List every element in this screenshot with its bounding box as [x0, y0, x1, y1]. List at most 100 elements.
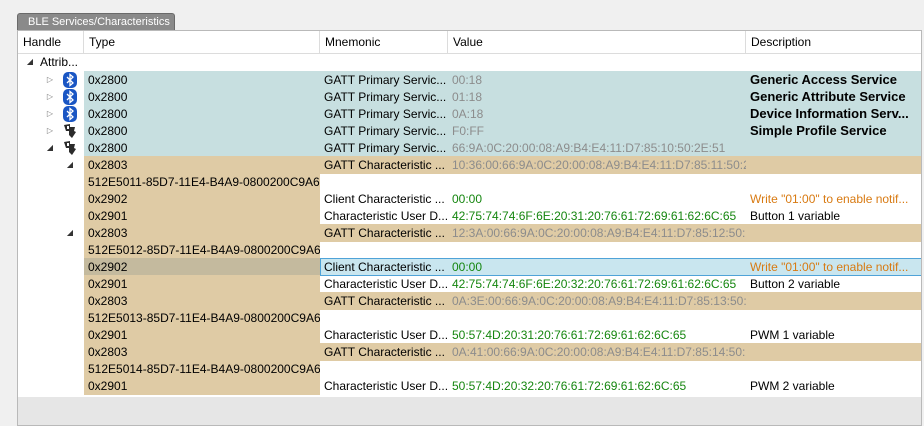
type-cell: 512E5013-85D7-11E4-B4A9-0800200C9A66 [88, 311, 320, 325]
column-header-value[interactable]: Value [448, 31, 746, 53]
type-cell: 512E5014-85D7-11E4-B4A9-0800200C9A66 [88, 362, 320, 376]
value-cell: F0:FF [452, 124, 484, 138]
texas-instruments-icon [63, 123, 77, 139]
description-cell [746, 241, 921, 259]
description-cell: Write "01:00" to enable notif... [750, 260, 909, 274]
bluetooth-icon [63, 72, 77, 88]
mnemonic-cell: GATT Characteristic ... [324, 226, 445, 240]
value-cell [448, 241, 746, 259]
table-row[interactable]: 512E5012-85D7-11E4-B4A9-0800200C9A66 [18, 241, 921, 259]
tree-root-row[interactable]: ◢ Attrib... [18, 53, 921, 71]
type-cell: 0x2902 [88, 260, 128, 274]
mnemonic-cell: GATT Characteristic ... [324, 158, 445, 172]
table-row[interactable]: ▷ 0x2800 GATT Primary Servic... 00:18 Generi… [18, 71, 921, 89]
table-row[interactable]: ▷ 0x2800 GATT Primary Servic... 0A:18 Device… [18, 105, 921, 123]
table-row[interactable]: 0x2901 Characteristic User D... 50:57:4D:2… [18, 326, 921, 344]
description-cell: Simple Profile Service [750, 123, 887, 138]
table-row[interactable]: 512E5014-85D7-11E4-B4A9-0800200C9A66 [18, 360, 921, 378]
column-header-mnemonic[interactable]: Mnemonic [320, 31, 448, 53]
description-cell [746, 343, 921, 361]
type-cell: 0x2800 [88, 90, 128, 104]
attribute-table: Handle Type Mnemonic Value Description ◢… [17, 30, 922, 426]
value-cell: 66:9A:0C:20:00:08:A9:B4:E4:11:D7:85:10:5… [452, 141, 726, 155]
value-cell: 0A:3E:00:66:9A:0C:20:00:08:A9:B4:E4:11:D… [452, 294, 746, 308]
table-row[interactable]: 0x2901 Characteristic User D... 42:75:74:7… [18, 275, 921, 293]
table-row[interactable]: 0x2803 GATT Characteristic ... 0A:41:00:66… [18, 343, 921, 361]
type-cell: 0x2803 [88, 158, 128, 172]
column-header-handle[interactable]: Handle [18, 31, 84, 53]
description-cell: Generic Attribute Service [750, 89, 906, 104]
type-cell: 0x2803 [88, 294, 128, 308]
column-header-type[interactable]: Type [84, 31, 320, 53]
mnemonic-cell: GATT Primary Servic... [324, 124, 447, 138]
description-cell [746, 173, 921, 191]
table-header: Handle Type Mnemonic Value Description [18, 31, 921, 54]
type-cell: 0x2901 [88, 328, 128, 342]
bluetooth-icon [63, 106, 77, 122]
value-cell: 00:18 [452, 73, 483, 87]
expand-toggle-icon[interactable]: ◢ [25, 53, 35, 71]
collapse-arrow-icon[interactable]: ◢ [45, 139, 55, 157]
table-row[interactable]: ◢ 0x2803 GATT Characteristic ... 10:36:00:6… [18, 156, 921, 174]
value-cell: 00:00 [452, 260, 483, 274]
mnemonic-cell: Characteristic User D... [324, 328, 448, 342]
tab-ble-services[interactable]: BLE Services/Characteristics [17, 13, 175, 30]
value-cell: 12:3A:00:66:9A:0C:20:00:08:A9:B4:E4:11:D… [452, 226, 746, 240]
value-cell [448, 173, 746, 191]
bluetooth-icon [63, 89, 77, 105]
description-cell: PWM 1 variable [750, 328, 835, 342]
table-row[interactable]: 0x2803 GATT Characteristic ... 0A:3E:00:66… [18, 292, 921, 310]
description-cell [746, 360, 921, 378]
collapse-arrow-icon[interactable]: ◢ [65, 156, 75, 174]
type-cell: 0x2800 [88, 107, 128, 121]
value-cell [448, 309, 746, 327]
type-cell: 0x2803 [88, 345, 128, 359]
description-cell [746, 156, 921, 174]
table-row[interactable]: 0x2902 Client Characteristic ... 00:00 Writ… [18, 190, 921, 208]
table-row[interactable]: ◢ 0x2803 GATT Characteristic ... 12:3A:00:6… [18, 224, 921, 242]
mnemonic-cell: Client Characteristic ... [324, 192, 445, 206]
collapse-arrow-icon[interactable]: ◢ [65, 224, 75, 242]
description-cell: Button 1 variable [750, 209, 841, 223]
table-row[interactable]: 0x2901 Characteristic User D... 50:57:4D:2… [18, 377, 921, 395]
description-cell [746, 224, 921, 242]
description-cell: PWM 2 variable [750, 379, 835, 393]
type-cell: 512E5012-85D7-11E4-B4A9-0800200C9A66 [88, 243, 320, 257]
mnemonic-cell: Characteristic User D... [324, 379, 448, 393]
expand-arrow-icon[interactable]: ▷ [45, 122, 55, 140]
table-row[interactable]: 0x2901 Characteristic User D... 42:75:74:7… [18, 207, 921, 225]
description-cell: Write "01:00" to enable notif... [750, 192, 909, 206]
mnemonic-cell: GATT Primary Servic... [324, 141, 447, 155]
table-row[interactable]: ▷ 0x2800 GATT Primary Servic... 01:18 Generi… [18, 88, 921, 106]
column-header-description[interactable]: Description [746, 31, 921, 53]
value-cell: 00:00 [452, 192, 483, 206]
mnemonic-cell [320, 173, 448, 191]
mnemonic-cell: GATT Primary Servic... [324, 90, 447, 104]
table-row[interactable]: 0x2902 Client Characteristic ... 00:00 Writ… [18, 258, 921, 276]
description-cell: Button 2 variable [750, 277, 841, 291]
type-cell: 0x2800 [88, 141, 128, 155]
table-row[interactable]: ◢ 0x2800 GATT Primary Servic... 66:9A:0C:20… [18, 139, 921, 157]
table-row[interactable]: 512E5011-85D7-11E4-B4A9-0800200C9A66 [18, 173, 921, 191]
type-cell: 0x2800 [88, 73, 128, 87]
expand-arrow-icon[interactable]: ▷ [45, 105, 55, 123]
type-cell: 0x2901 [88, 379, 128, 393]
root-label: Attrib... [40, 55, 79, 69]
table-row[interactable]: ▷ 0x2800 GATT Primary Servic... F0:FF Simple… [18, 122, 921, 140]
value-cell: 0A:41:00:66:9A:0C:20:00:08:A9:B4:E4:11:D… [452, 345, 746, 359]
mnemonic-cell: Characteristic User D... [324, 277, 448, 291]
table-row[interactable]: 512E5013-85D7-11E4-B4A9-0800200C9A66 [18, 309, 921, 327]
value-cell: 10:36:00:66:9A:0C:20:00:08:A9:B4:E4:11:D… [452, 158, 746, 172]
value-cell: 50:57:4D:20:32:20:76:61:72:69:61:62:6C:6… [452, 379, 687, 393]
type-cell: 0x2901 [88, 209, 128, 223]
mnemonic-cell: Characteristic User D... [324, 209, 448, 223]
value-cell: 01:18 [452, 90, 483, 104]
expand-arrow-icon[interactable]: ▷ [45, 71, 55, 89]
mnemonic-cell: Client Characteristic ... [324, 260, 445, 274]
mnemonic-cell [320, 360, 448, 378]
type-cell: 0x2803 [88, 226, 128, 240]
type-cell: 512E5011-85D7-11E4-B4A9-0800200C9A66 [88, 175, 320, 189]
expand-arrow-icon[interactable]: ▷ [45, 88, 55, 106]
type-cell: 0x2901 [88, 277, 128, 291]
description-cell: Generic Access Service [750, 72, 897, 87]
